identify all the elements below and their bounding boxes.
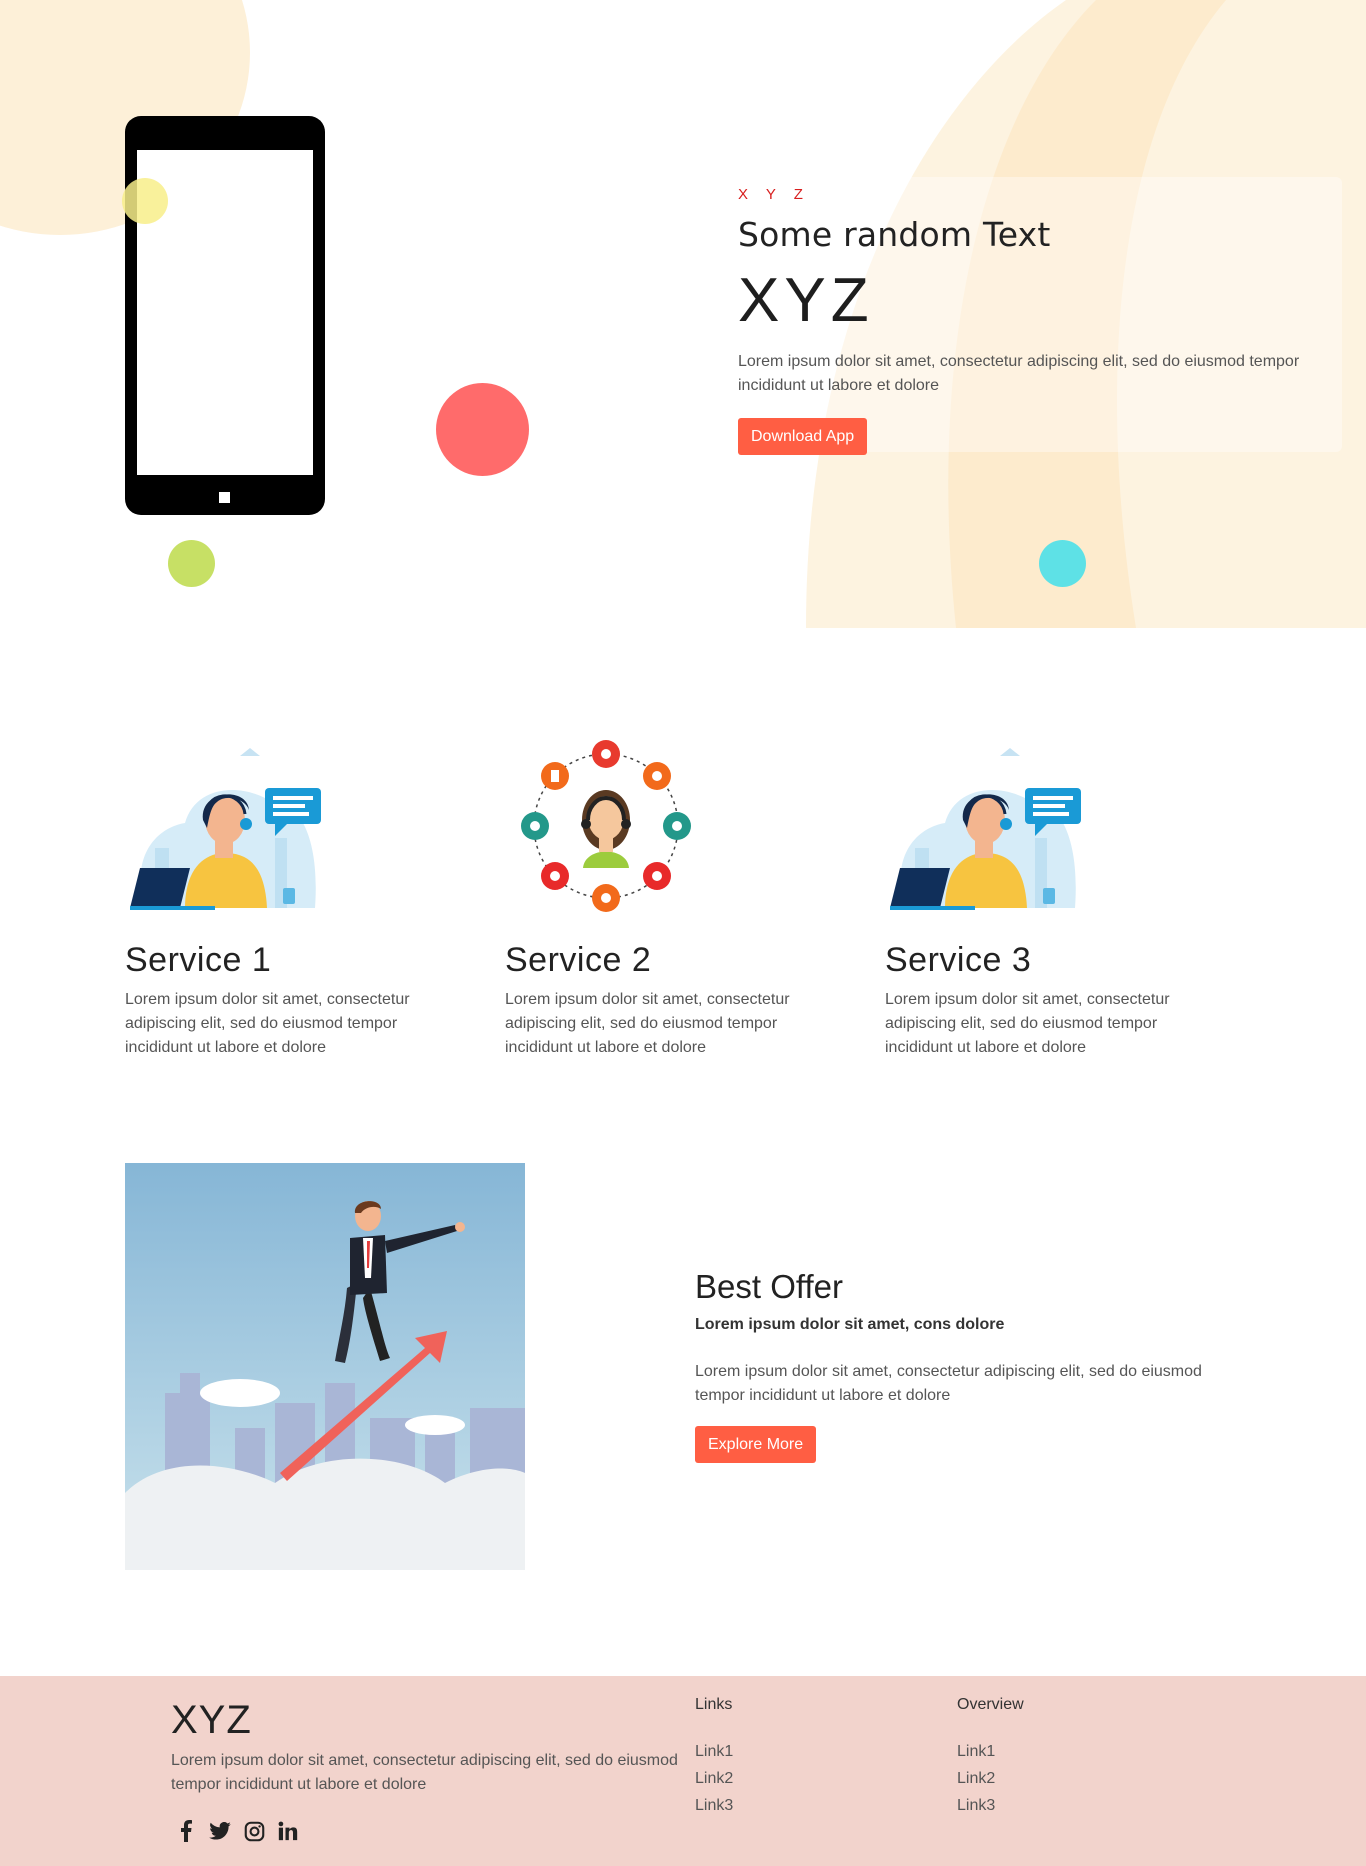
footer-link[interactable]: Link1 [695,1738,733,1765]
footer-link[interactable]: Link2 [695,1765,733,1792]
support-agent-illustration [130,748,321,910]
hero-description: Lorem ipsum dolor sit amet, consectetur … [738,353,1300,394]
hero-subtitle: Some random Text [738,215,1051,254]
footer-link[interactable]: Link3 [695,1792,733,1819]
service-title: Service 3 [885,941,1032,979]
service-title: Service 1 [125,941,272,979]
hero-title: XYZ [738,266,874,335]
footer-links-column: Links Link1 Link2 Link3 [695,1696,733,1819]
hero-section: X Y Z Some random Text XYZ Lorem ipsum d… [0,0,1366,628]
support-agent-icons-illustration [521,740,691,912]
decorative-dot [436,383,529,476]
hero-kicker: X Y Z [738,186,810,203]
footer-overview-column: Overview Link1 Link2 Link3 [957,1696,1024,1819]
footer-link[interactable]: Link3 [957,1792,1024,1819]
footer: XYZ Lorem ipsum dolor sit amet, consecte… [0,1676,1366,1866]
support-agent-illustration [890,748,1081,910]
footer-overview-heading: Overview [957,1696,1024,1713]
social-links [174,1818,300,1844]
decorative-dot [1039,540,1086,587]
download-app-button[interactable]: Download App [738,418,868,455]
footer-link[interactable]: Link2 [957,1765,1024,1792]
offer-subtitle: Lorem ipsum dolor sit amet, cons dolore [695,1316,1005,1333]
footer-description: Lorem ipsum dolor sit amet, consectetur … [171,1752,678,1793]
service-title: Service 2 [505,941,652,979]
facebook-icon[interactable] [174,1818,198,1844]
twitter-icon[interactable] [208,1818,232,1844]
service-description: Lorem ipsum dolor sit amet, consectetur … [125,991,410,1056]
offer-content: Best Offer Lorem ipsum dolor sit amet, c… [695,1268,1255,1463]
service-card: Service 2 Lorem ipsum dolor sit amet, co… [505,728,845,1060]
explore-more-button[interactable]: Explore More [695,1426,817,1463]
offer-title: Best Offer [695,1268,843,1305]
phone-home-button [219,492,230,503]
instagram-icon[interactable] [242,1818,266,1844]
offer-illustration [125,1163,525,1570]
service-description: Lorem ipsum dolor sit amet, consectetur … [885,991,1170,1056]
service-card: Service 3 Lorem ipsum dolor sit amet, co… [885,728,1225,1060]
service-card: Service 1 Lorem ipsum dolor sit amet, co… [125,728,465,1060]
decorative-dot [168,540,215,587]
services-section: Service 1 Lorem ipsum dolor sit amet, co… [125,728,1275,1058]
offer-description: Lorem ipsum dolor sit amet, consectetur … [695,1363,1202,1404]
hero-content: X Y Z Some random Text XYZ Lorem ipsum d… [738,186,1338,455]
footer-links-heading: Links [695,1696,733,1713]
footer-link[interactable]: Link1 [957,1738,1024,1765]
decorative-dot [122,178,168,224]
phone-mockup [125,116,325,515]
service-description: Lorem ipsum dolor sit amet, consectetur … [505,991,790,1056]
footer-brand: XYZ [171,1698,252,1742]
linkedin-icon[interactable] [276,1818,300,1844]
